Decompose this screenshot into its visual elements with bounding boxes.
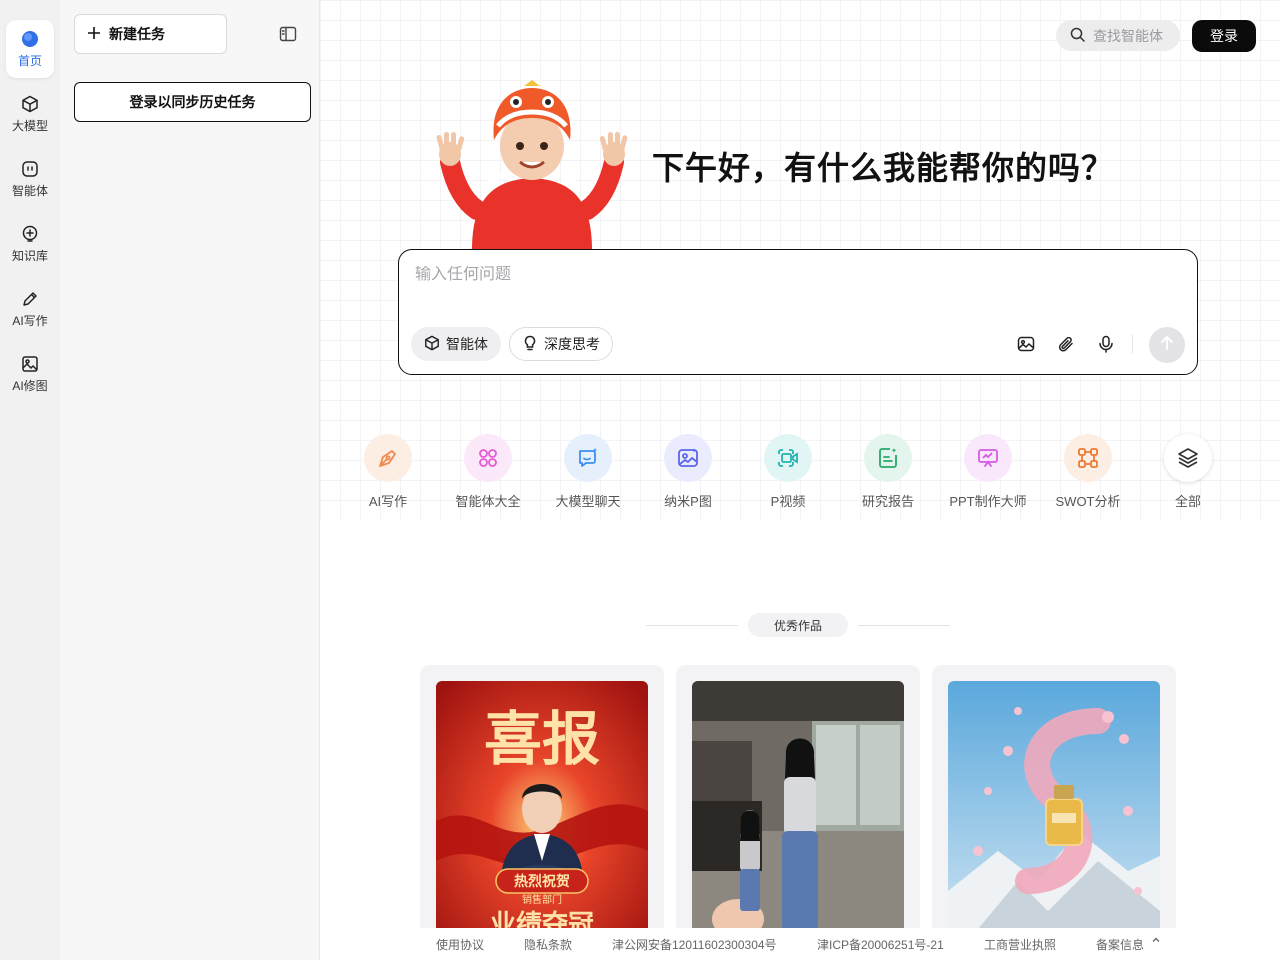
image-upload-icon[interactable] (1016, 334, 1036, 354)
agent-chip-label: 智能体 (446, 336, 488, 352)
footer-link-icp[interactable]: 津ICP备20006251号-21 (817, 936, 944, 953)
rail-item-label: 首页 (17, 54, 42, 68)
rail-item-agents[interactable]: 智能体 (6, 150, 54, 208)
divider (858, 625, 950, 626)
knowledge-icon (20, 224, 40, 244)
work-card[interactable] (676, 665, 920, 960)
lightbulb-icon (522, 335, 538, 354)
report-icon (864, 434, 912, 482)
shortcut-ppt-master[interactable]: PPT制作大师 (938, 434, 1038, 510)
rail-item-home[interactable]: 首页 (6, 20, 54, 78)
pen-icon (20, 289, 40, 309)
shortcut-swot[interactable]: SWOT分析 (1038, 434, 1138, 510)
prompt-input[interactable] (415, 266, 1175, 284)
arrow-up-icon (1159, 335, 1175, 356)
search-icon (1070, 27, 1085, 45)
agent-search[interactable]: 查找智能体 (1056, 20, 1180, 51)
cube-icon (20, 94, 40, 114)
image-icon (20, 354, 40, 374)
video-icon (764, 434, 812, 482)
footer-link-business-license[interactable]: 工商营业执照 (984, 936, 1056, 953)
home-icon (20, 29, 40, 49)
new-task-button[interactable]: 新建任务 (74, 14, 227, 54)
poster-title: 喜报 (484, 705, 600, 773)
rail-item-label: 大模型 (11, 119, 48, 133)
grid-icon (464, 434, 512, 482)
photo-edit-icon (664, 434, 712, 482)
search-placeholder: 查找智能体 (1093, 27, 1163, 44)
agent-chip[interactable]: 智能体 (411, 327, 501, 361)
deep-think-chip[interactable]: 深度思考 (509, 327, 613, 361)
work-card[interactable] (932, 665, 1176, 960)
login-sync-button[interactable]: 登录以同步历史任务 (74, 82, 311, 122)
footer-link-privacy[interactable]: 隐私条款 (524, 936, 572, 953)
site-footer: 使用协议 隐私条款 津公网安备12011602300304号 津ICP备2000… (420, 928, 1180, 960)
cube-icon (424, 335, 440, 354)
chevron-up-icon[interactable] (1151, 934, 1161, 948)
shortcut-all[interactable]: 全部 (1138, 434, 1238, 510)
shortcut-agent-hub[interactable]: 智能体大全 (438, 434, 538, 510)
rail-item-label: 知识库 (11, 249, 48, 263)
footer-link-terms[interactable]: 使用协议 (436, 936, 484, 953)
rail-item-models[interactable]: 大模型 (6, 85, 54, 143)
shortcut-bar: AI写作 智能体大全 大模型聊天 纳米P图 P视频 研究报告 PPT制作大师 S… (338, 434, 1258, 514)
nav-rail: 首页 大模型 智能体 知识库 AI写作 AI修图 (0, 0, 60, 960)
chat-icon (564, 434, 612, 482)
pen-nib-icon (364, 434, 412, 482)
section-title: 优秀作品 (748, 613, 848, 637)
greeting-heading: 下午好，有什么我能帮你的吗？ (652, 150, 1115, 186)
microphone-icon[interactable] (1096, 334, 1116, 354)
rail-item-knowledge[interactable]: 知识库 (6, 215, 54, 273)
poster-line: 销售部门 (522, 893, 562, 906)
sidebar-toggle-icon[interactable] (278, 24, 298, 44)
paperclip-icon[interactable] (1056, 334, 1076, 354)
login-button[interactable]: 登录 (1192, 20, 1256, 52)
footer-link-police-record[interactable]: 津公网安备12011602300304号 (612, 936, 777, 953)
new-task-label: 新建任务 (109, 26, 165, 42)
shortcut-p-video[interactable]: P视频 (738, 434, 838, 510)
send-button[interactable] (1149, 327, 1185, 363)
mascot-illustration (432, 80, 632, 250)
slides-icon (964, 434, 1012, 482)
chat-composer: 智能体 深度思考 (398, 249, 1198, 375)
bot-icon (20, 159, 40, 179)
work-card[interactable]: 喜报 热烈祝贺 销售部门 业绩夺冠 (420, 665, 664, 960)
layers-icon (1164, 434, 1212, 482)
poster-subtitle: 热烈祝贺 (514, 873, 570, 890)
shortcut-ai-writing[interactable]: AI写作 (338, 434, 438, 510)
work-image-perfume-blossom (948, 681, 1160, 941)
rail-item-label: AI写作 (12, 314, 48, 328)
rail-item-label: 智能体 (11, 184, 48, 198)
shortcut-model-chat[interactable]: 大模型聊天 (538, 434, 638, 510)
shortcut-research-report[interactable]: 研究报告 (838, 434, 938, 510)
rail-item-label: AI修图 (12, 379, 48, 393)
plus-icon (87, 26, 101, 43)
shortcut-nano-p[interactable]: 纳米P图 (638, 434, 738, 510)
history-sidebar: 新建任务 登录以同步历史任务 (60, 0, 320, 960)
rail-item-ai-writing[interactable]: AI写作 (6, 280, 54, 338)
work-image-cafe-photo (692, 681, 904, 941)
main-area: 查找智能体 登录 下午好，有什么我能帮你的吗？ 输入任何问题 智能体 深度思考 … (320, 0, 1280, 960)
nodes-icon (1064, 434, 1112, 482)
divider (646, 625, 738, 626)
rail-item-ai-retouch[interactable]: AI修图 (6, 345, 54, 403)
work-image-congrats-poster: 喜报 热烈祝贺 销售部门 业绩夺冠 (436, 681, 648, 941)
footer-link-filing-info[interactable]: 备案信息 (1096, 936, 1144, 953)
deep-think-label: 深度思考 (544, 336, 600, 352)
